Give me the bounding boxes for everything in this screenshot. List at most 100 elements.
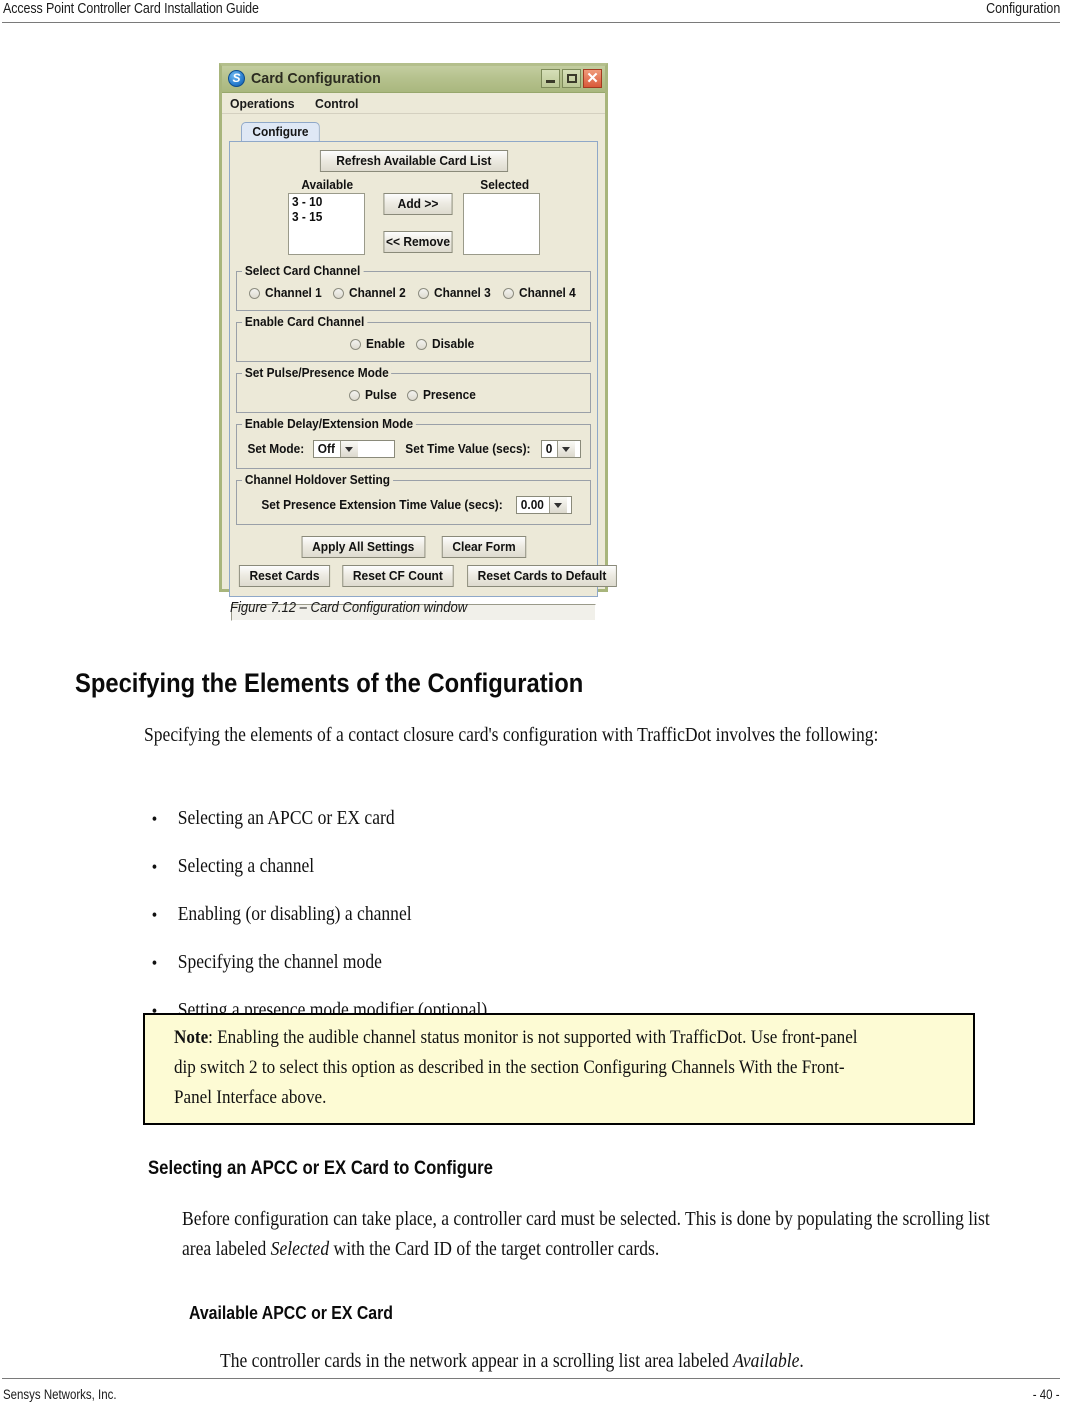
para3-part-a: The controller cards in the network appe… [220, 1351, 734, 1372]
radio-disable[interactable]: Disable [416, 337, 476, 351]
available-card-list[interactable]: 3 - 10 3 - 15 [288, 193, 365, 255]
select-card-channel-group: Select Card Channel Channel 1 Channel 2 … [236, 264, 591, 311]
close-icon[interactable]: ✕ [583, 69, 602, 88]
set-pulse-presence-mode-group: Set Pulse/Presence Mode Pulse Presence [236, 366, 591, 413]
card-configuration-window: Card Configuration ✕ Operations Control … [219, 63, 617, 621]
radio-button-icon[interactable] [248, 287, 260, 299]
remove-button[interactable]: << Remove [383, 231, 453, 253]
presence-extension-dropdown[interactable]: 0.00 [516, 496, 573, 514]
clear-form-button[interactable]: Clear Form [441, 536, 526, 558]
select-card-channel-options: Channel 1 Channel 2 Channel 3 Channel 4 [243, 286, 584, 302]
radio-label: Channel 1 [264, 286, 322, 300]
section-heading-available-card: Available APCC or EX Card [189, 1303, 393, 1323]
intro-paragraph: Specifying the elements of a contact clo… [144, 725, 879, 746]
radio-label: Channel 4 [518, 286, 576, 300]
list-item: Selecting a channel [148, 843, 487, 891]
minimize-button[interactable] [541, 69, 560, 88]
chevron-down-icon[interactable] [549, 497, 568, 513]
list-item[interactable]: 3 - 15 [292, 210, 358, 225]
delay-extension-fields: Set Mode: Off Set Time Value (secs): 0 [243, 439, 584, 460]
radio-channel-4[interactable]: Channel 4 [502, 286, 579, 300]
enable-card-channel-options: Enable Disable [243, 337, 584, 353]
list-item: Specifying the channel mode [148, 939, 487, 987]
window-title: Card Configuration [251, 70, 381, 87]
radio-pulse[interactable]: Pulse [348, 388, 398, 402]
pulse-presence-options: Pulse Presence [243, 388, 584, 404]
footer-divider [2, 1378, 1060, 1379]
radio-channel-3[interactable]: Channel 3 [418, 286, 494, 300]
chevron-down-icon[interactable] [556, 441, 575, 457]
presence-extension-label: Set Presence Extension Time Value (secs)… [261, 498, 503, 512]
radio-button-icon[interactable] [333, 287, 345, 299]
set-pulse-presence-mode-title: Set Pulse/Presence Mode [242, 366, 392, 380]
configure-panel: Refresh Available Card List Available Se… [229, 141, 617, 597]
primary-actions-row: Apply All Settings Clear Form [236, 536, 591, 558]
available-label: Available [301, 178, 354, 192]
set-time-value: 0 [545, 442, 553, 456]
configuration-steps-list: Selecting an APCC or EX card Selecting a… [148, 795, 488, 1035]
note-body: : Enabling the audible channel status mo… [174, 1027, 858, 1108]
add-button[interactable]: Add >> [383, 193, 453, 215]
list-item: Selecting an APCC or EX card [148, 795, 487, 843]
header-divider [2, 22, 1060, 23]
selected-label: Selected [480, 178, 530, 192]
radio-label: Presence [422, 388, 476, 402]
radio-presence[interactable]: Presence [406, 388, 479, 402]
reset-cf-count-button[interactable]: Reset CF Count [342, 565, 454, 587]
refresh-row: Refresh Available Card List [236, 148, 591, 176]
reset-actions-row: Reset Cards Reset CF Count Reset Cards t… [236, 565, 617, 589]
set-mode-label: Set Mode: [247, 442, 305, 456]
para3-italic-term: Available [733, 1351, 800, 1372]
list-item[interactable]: 3 - 10 [292, 195, 358, 210]
channel-holdover-setting-group: Channel Holdover Setting Set Presence Ex… [236, 473, 591, 525]
selecting-card-paragraph: Before configuration can take place, a c… [182, 1205, 1010, 1265]
set-mode-dropdown[interactable]: Off [312, 440, 395, 458]
footer-page-number: - 40 - [1033, 1387, 1060, 1402]
tab-configure[interactable]: Configure [241, 122, 320, 141]
menu-operations[interactable]: Operations [230, 96, 295, 111]
enable-card-channel-group: Enable Card Channel Enable Disable [236, 315, 591, 362]
app-logo-icon [228, 70, 245, 87]
radio-channel-1[interactable]: Channel 1 [248, 286, 325, 300]
window-title-bar: Card Configuration ✕ [222, 66, 605, 93]
footer-company: Sensys Networks, Inc. [3, 1387, 117, 1402]
radio-button-icon[interactable] [502, 287, 514, 299]
radio-label: Disable [432, 337, 475, 351]
radio-button-icon[interactable] [348, 389, 360, 401]
apply-all-settings-button[interactable]: Apply All Settings [301, 536, 426, 558]
reset-cards-button[interactable]: Reset Cards [238, 565, 331, 587]
reset-cards-to-default-button[interactable]: Reset Cards to Default [466, 565, 617, 587]
menu-control[interactable]: Control [315, 96, 358, 111]
selected-card-list[interactable] [463, 193, 540, 255]
chevron-down-icon[interactable] [340, 441, 359, 457]
presence-extension-value: 0.00 [520, 498, 544, 512]
radio-channel-2[interactable]: Channel 2 [333, 286, 409, 300]
refresh-available-card-list-button[interactable]: Refresh Available Card List [319, 150, 508, 172]
section-heading-selecting-card: Selecting an APCC or EX Card to Configur… [148, 1158, 493, 1179]
maximize-button[interactable] [562, 69, 581, 88]
figure-caption: Figure 7.12 – Card Configuration window [230, 600, 468, 616]
window-controls: ✕ [541, 69, 602, 88]
set-time-value-dropdown[interactable]: 0 [540, 440, 581, 458]
note-text: Note: Enabling the audible channel statu… [174, 1023, 882, 1113]
radio-label: Enable [366, 337, 406, 351]
page-header: Access Point Controller Card Installatio… [0, 0, 1065, 30]
radio-button-icon[interactable] [350, 338, 362, 350]
radio-enable[interactable]: Enable [350, 337, 407, 351]
header-document-title: Access Point Controller Card Installatio… [3, 1, 259, 17]
tab-strip: Configure [229, 122, 598, 141]
enable-card-channel-title: Enable Card Channel [242, 315, 368, 329]
set-mode-value: Off [317, 442, 335, 456]
list-item: Enabling (or disabling) a channel [148, 891, 487, 939]
radio-label: Pulse [364, 388, 397, 402]
header-section-title: Configuration [985, 1, 1060, 17]
para2-part-b: with the Card ID of the target controlle… [329, 1239, 660, 1260]
radio-button-icon[interactable] [406, 389, 418, 401]
card-lists-area: Available Selected 3 - 10 3 - 15 Add >> … [236, 178, 591, 260]
window-body: Configure Refresh Available Card List Av… [222, 114, 617, 621]
radio-button-icon[interactable] [416, 338, 428, 350]
set-time-value-label: Set Time Value (secs): [405, 442, 531, 456]
enable-delay-extension-mode-group: Enable Delay/Extension Mode Set Mode: Of… [236, 417, 591, 469]
radio-button-icon[interactable] [418, 287, 429, 299]
list-transfer-buttons: Add >> << Remove [382, 193, 454, 253]
